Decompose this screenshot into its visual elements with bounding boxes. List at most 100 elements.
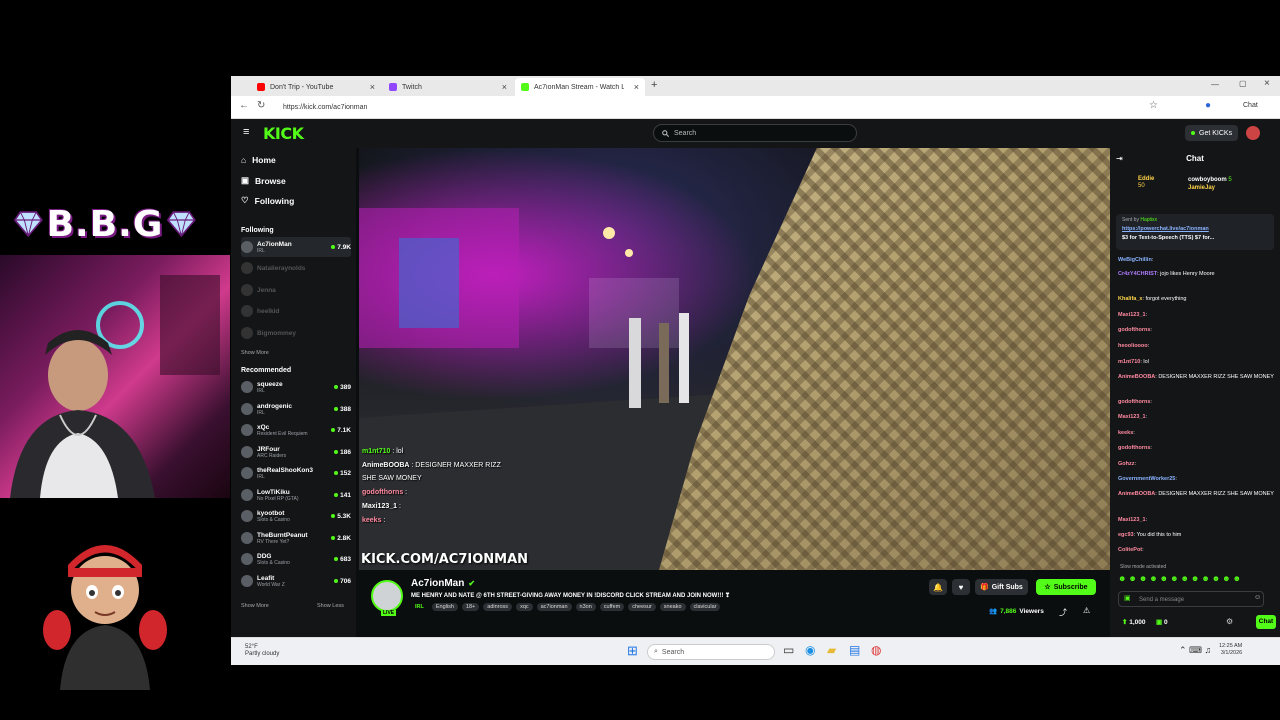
show-less-recommended[interactable]: Show Less bbox=[317, 603, 344, 609]
send-chat-button[interactable]: Chat bbox=[1256, 615, 1276, 629]
chat-user[interactable]: Khalifa_x bbox=[1118, 296, 1142, 302]
show-more-following[interactable]: Show More bbox=[241, 350, 269, 356]
show-more-recommended[interactable]: Show More bbox=[241, 603, 269, 609]
badge-icon[interactable]: ▣ bbox=[1124, 594, 1131, 602]
app-icon[interactable]: ◍ bbox=[871, 643, 881, 657]
chat-user[interactable]: Maxi123_1 bbox=[1118, 414, 1146, 420]
edge-icon[interactable]: ◉ bbox=[805, 643, 815, 657]
url-field[interactable]: https://kick.com/ac7ionman bbox=[283, 100, 1103, 115]
channel-points[interactable]: ⬆ 1,000 bbox=[1122, 618, 1146, 626]
tag[interactable]: English bbox=[431, 603, 458, 611]
channel-item[interactable]: kyootbot Slots & Casino 5.3K bbox=[241, 506, 351, 526]
favorites-icon[interactable]: ☆ bbox=[1149, 100, 1158, 111]
gift-subs-button[interactable]: 🎁 Gift Subs bbox=[975, 579, 1028, 595]
taskbar-search[interactable]: ⌕ Search bbox=[647, 644, 775, 660]
chat-user[interactable]: ColitePot bbox=[1118, 547, 1142, 553]
chat-user[interactable]: Maxi123_1 bbox=[1118, 312, 1146, 318]
sidebar-item-home[interactable]: ⌂ Home bbox=[241, 155, 276, 165]
follow-button[interactable]: ♥ bbox=[952, 579, 970, 595]
close-icon[interactable]: × bbox=[502, 82, 507, 92]
maximize-button[interactable]: ▢ bbox=[1239, 79, 1247, 88]
window-close-button[interactable]: × bbox=[1264, 78, 1270, 89]
tag[interactable]: sneako bbox=[659, 603, 686, 611]
chat-user[interactable]: Maxi123_1 bbox=[1118, 517, 1146, 523]
chat-input[interactable]: Send a message bbox=[1118, 591, 1264, 607]
chat-user[interactable]: egc93 bbox=[1118, 532, 1134, 538]
sidebar-item-browse[interactable]: ▣ Browse bbox=[241, 175, 286, 186]
pinned-message[interactable]: Sent by Haptixx https://powerchat.live/a… bbox=[1116, 214, 1274, 250]
copilot-chat-button[interactable]: Chat bbox=[1243, 102, 1258, 109]
tag[interactable]: ac7ionman bbox=[536, 603, 572, 611]
channel-item[interactable]: androgenic IRL 388 bbox=[241, 399, 351, 419]
channel-item[interactable]: squeeze IRL 389 bbox=[241, 377, 351, 397]
tag[interactable]: xqc bbox=[516, 603, 533, 611]
tab-youtube[interactable]: Don't Trip - YouTube × bbox=[251, 78, 381, 96]
chat-user[interactable]: WeBigChillin bbox=[1118, 257, 1152, 263]
chat-user[interactable]: Cr4zY4CHRIST bbox=[1118, 271, 1157, 277]
channel-name[interactable]: Ac7ionMan ✔ bbox=[411, 578, 475, 589]
kicks-balance[interactable]: ▣ 0 bbox=[1156, 618, 1168, 626]
channel-item[interactable]: JRFour ARC Raiders 186 bbox=[241, 442, 351, 462]
tag[interactable]: cheesur bbox=[628, 603, 656, 611]
close-icon[interactable]: × bbox=[634, 82, 639, 92]
weather-widget[interactable]: 52°F Partly cloudy bbox=[245, 644, 279, 658]
get-kicks-button[interactable]: Get KICKs bbox=[1185, 125, 1239, 141]
clock[interactable]: 12:25 AM 3/1/2026 bbox=[1219, 643, 1242, 657]
channel-item[interactable]: heelkid bbox=[241, 301, 351, 321]
windows-start-icon[interactable]: ⊞ bbox=[627, 643, 638, 659]
search-input[interactable]: Search bbox=[653, 124, 857, 142]
task-view-icon[interactable]: ▭ bbox=[783, 643, 794, 657]
subscribe-button[interactable]: ☆ Subscribe bbox=[1036, 579, 1096, 595]
chat-user[interactable]: AnimeBOOBA bbox=[1118, 491, 1155, 497]
kick-logo[interactable]: KICK bbox=[263, 124, 304, 143]
notification-bell-button[interactable]: 🔔 bbox=[929, 579, 947, 595]
settings-icon[interactable]: ⚙ bbox=[1226, 617, 1233, 626]
emoji-icon[interactable]: ☺ bbox=[1254, 594, 1261, 601]
tray-icons[interactable]: ⌃ ⌨ ♫ bbox=[1179, 645, 1211, 656]
chat-user[interactable]: godofthorns bbox=[1118, 327, 1150, 333]
chat-user[interactable]: Gohzz bbox=[1118, 461, 1135, 467]
share-icon[interactable]: ⤴ bbox=[1059, 607, 1067, 618]
tag[interactable]: cuffem bbox=[599, 603, 625, 611]
profile-icon[interactable]: ● bbox=[1205, 100, 1211, 111]
channel-item[interactable]: xQc Resident Evil Requiem 7.1K bbox=[241, 420, 351, 440]
chat-user[interactable]: heoolioooo bbox=[1118, 343, 1148, 349]
channel-item-ac7ionman[interactable]: Ac7ionMan IRL 7.9K bbox=[241, 237, 351, 257]
tag[interactable]: n3on bbox=[575, 603, 596, 611]
tag[interactable]: clavicular bbox=[689, 603, 721, 611]
chat-user[interactable]: godofthorns bbox=[1118, 445, 1150, 451]
avatar[interactable] bbox=[1246, 126, 1260, 140]
tab-kick[interactable]: Ac7ionMan Stream - Watch L × bbox=[515, 78, 645, 96]
store-icon[interactable]: ▤ bbox=[849, 643, 860, 657]
emote-bar[interactable]: ☻☻☻☻☻☻☻☻☻☻☻☻ bbox=[1118, 574, 1243, 583]
channel-item[interactable]: Leafit World War Z 706 bbox=[241, 571, 351, 591]
video-player[interactable]: m1nt710 : lol AnimeBOOBA : DESIGNER MAXX… bbox=[359, 148, 1110, 570]
channel-item[interactable]: TheBurntPeanut RV There Yet? 2.8K bbox=[241, 528, 351, 548]
menu-icon[interactable]: ≡ bbox=[243, 126, 249, 138]
tag[interactable]: adinross bbox=[483, 603, 513, 611]
channel-item[interactable]: theRealShooKon3 IRL 152 bbox=[241, 463, 351, 483]
chat-user[interactable]: m1nt710 bbox=[1118, 359, 1140, 365]
channel-item[interactable]: Natalieraynolds bbox=[241, 258, 351, 278]
back-icon[interactable]: ← bbox=[239, 100, 249, 111]
file-explorer-icon[interactable]: ▰ bbox=[827, 643, 836, 657]
channel-item[interactable]: Jenna bbox=[241, 280, 351, 300]
sidebar-item-following[interactable]: ♡ Following bbox=[241, 195, 294, 206]
new-tab-button[interactable]: + bbox=[651, 79, 657, 91]
channel-avatar[interactable] bbox=[371, 580, 403, 612]
report-icon[interactable]: ⚠ bbox=[1083, 606, 1090, 615]
tag[interactable]: 18+ bbox=[461, 603, 480, 611]
chat-user[interactable]: AnimeBOOBA bbox=[1118, 374, 1155, 380]
chat-user[interactable]: keeks bbox=[1118, 430, 1133, 436]
category-tag[interactable]: IRL bbox=[411, 603, 428, 611]
channel-item[interactable]: LowTiKiku No Pixel RP (GTA) 141 bbox=[241, 485, 351, 505]
channel-item[interactable]: DDG Slots & Casino 683 bbox=[241, 549, 351, 569]
tab-twitch[interactable]: Twitch × bbox=[383, 78, 513, 96]
chat-user[interactable]: godofthorns bbox=[1118, 399, 1150, 405]
chat-user[interactable]: GovernmentWorker25 bbox=[1118, 476, 1175, 482]
close-icon[interactable]: × bbox=[370, 82, 375, 92]
refresh-icon[interactable]: ↻ bbox=[257, 100, 265, 111]
minimize-button[interactable]: — bbox=[1211, 80, 1219, 89]
channel-item[interactable]: Bigmommey bbox=[241, 323, 351, 343]
pinned-link[interactable]: https://powerchat.live/ac7ionman bbox=[1122, 226, 1209, 232]
